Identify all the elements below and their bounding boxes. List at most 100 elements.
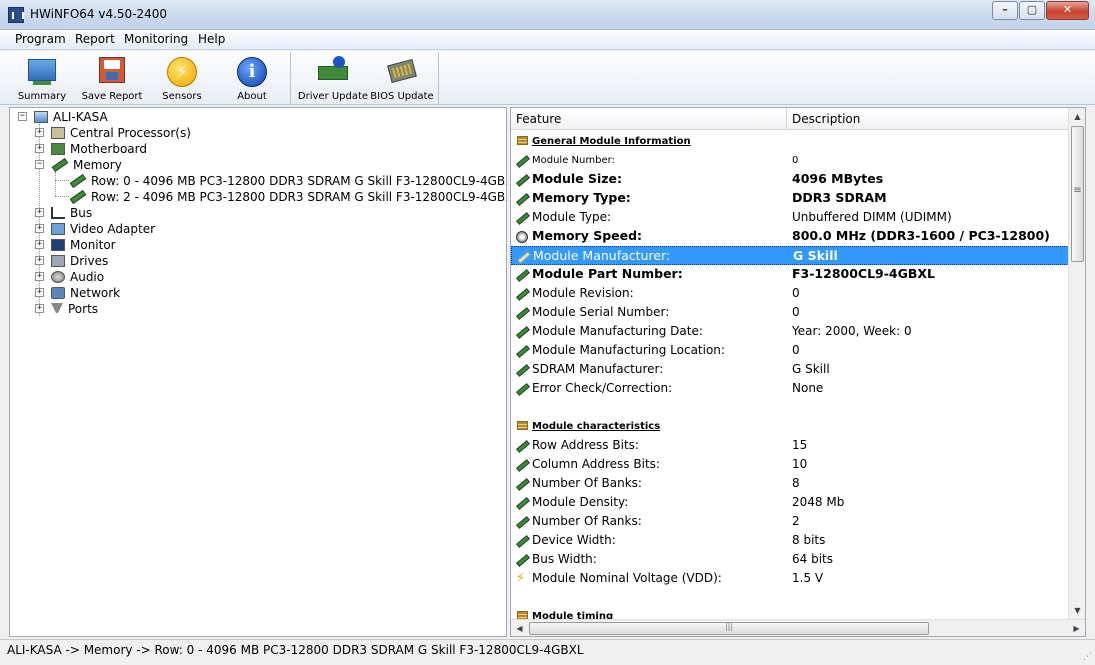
expand-icon[interactable]: +	[35, 128, 44, 137]
section-header: General Module Information	[511, 132, 1069, 151]
tree-item-monitor[interactable]: + Monitor	[35, 237, 116, 253]
table-row[interactable]: Module Size: 4096 MBytes	[511, 170, 1069, 189]
table-row[interactable]: Module Revision: 0	[511, 284, 1069, 303]
tree-item-audio[interactable]: + Audio	[35, 269, 104, 285]
table-row[interactable]: Module Part Number: F3-12800CL9-4GBXL	[511, 265, 1069, 284]
menu-report[interactable]: Report	[75, 32, 115, 46]
memory-module-icon	[516, 212, 530, 225]
scroll-thumb[interactable]	[529, 622, 929, 635]
table-row[interactable]: Module Manufacturing Location: 0	[511, 341, 1069, 360]
expand-icon[interactable]: +	[35, 256, 44, 265]
bios-update-button[interactable]: BIOS Update	[367, 54, 437, 102]
tree-item-ports[interactable]: + Ports	[35, 301, 98, 317]
collapse-icon[interactable]: −	[35, 160, 44, 169]
audio-icon	[51, 271, 65, 283]
sensors-button[interactable]: Sensors	[147, 54, 217, 102]
scroll-right-icon[interactable]: ▶	[1068, 620, 1085, 636]
menu-help[interactable]: Help	[198, 32, 225, 46]
expand-icon[interactable]: +	[35, 208, 44, 217]
expand-icon[interactable]: +	[35, 144, 44, 153]
table-row[interactable]: Module Serial Number: 0	[511, 303, 1069, 322]
tree-item-root[interactable]: − ALI-KASA	[18, 109, 108, 125]
maximize-icon: ▢	[1026, 3, 1038, 16]
table-row[interactable]: Module Density: 2048 Mb	[511, 493, 1069, 512]
table-row[interactable]: Column Address Bits: 10	[511, 455, 1069, 474]
menu-program[interactable]: Program	[15, 32, 66, 46]
tree-item-motherboard[interactable]: + Motherboard	[35, 141, 147, 157]
expand-icon[interactable]: +	[35, 304, 44, 313]
network-icon	[51, 287, 65, 299]
expand-icon[interactable]: +	[35, 224, 44, 233]
scroll-left-icon[interactable]: ◀	[511, 620, 528, 636]
tree-item-memory-row0[interactable]: Row: 0 - 4096 MB PC3-12800 DDR3 SDRAM G …	[69, 173, 506, 189]
summary-button[interactable]: Summary	[7, 54, 77, 102]
memory-module-icon	[516, 440, 530, 453]
memory-module-icon	[516, 155, 530, 168]
table-row[interactable]: Number Of Banks: 8	[511, 474, 1069, 493]
tree-item-drives[interactable]: + Drives	[35, 253, 108, 269]
tree-item-network[interactable]: + Network	[35, 285, 120, 301]
column-header-description[interactable]: Description	[787, 108, 1069, 130]
collapse-icon[interactable]: −	[18, 112, 27, 121]
expand-icon[interactable]: +	[35, 288, 44, 297]
memory-module-icon	[516, 459, 530, 472]
table-row[interactable]: Row Address Bits: 15	[511, 436, 1069, 455]
memory-module-icon	[516, 269, 530, 282]
toolbar-group-main: Summary Save Report Sensors About	[0, 52, 291, 104]
table-row[interactable]: Memory Speed: 800.0 MHz (DDR3-1600 / PC3-…	[511, 227, 1069, 246]
toolbar-group-update: Driver Update BIOS Update	[291, 52, 439, 104]
maximize-button[interactable]: ▢	[1019, 1, 1045, 20]
tree-item-label: ALI-KASA	[53, 110, 108, 124]
tree-item-label: Drives	[70, 254, 109, 268]
scroll-down-icon[interactable]: ▼	[1069, 602, 1085, 619]
table-row[interactable]: Error Check/Correction: None	[511, 379, 1069, 398]
table-row[interactable]: Module Nominal Voltage (VDD):1.5 V	[511, 569, 1069, 588]
tree-item-label: Memory	[73, 158, 122, 172]
table-row[interactable]: Module Number: 0	[511, 151, 1069, 170]
tree-item-bus[interactable]: + Bus	[35, 205, 92, 221]
details-pane[interactable]: Feature Description General Module Infor…	[510, 107, 1086, 637]
tree-item-memory-row2[interactable]: Row: 2 - 4096 MB PC3-12800 DDR3 SDRAM G …	[69, 189, 506, 205]
minimize-button[interactable]: –	[992, 1, 1018, 20]
tree-item-video-adapter[interactable]: + Video Adapter	[35, 221, 155, 237]
driver-update-button[interactable]: Driver Update	[298, 54, 368, 102]
tree-item-cpu[interactable]: + Central Processor(s)	[35, 125, 191, 141]
bios-chip-icon	[387, 58, 417, 84]
expand-icon[interactable]: +	[35, 240, 44, 249]
menu-monitoring[interactable]: Monitoring	[124, 32, 188, 46]
scroll-up-icon[interactable]: ▲	[1069, 108, 1085, 125]
about-label: About	[237, 91, 267, 102]
horizontal-scrollbar[interactable]: ◀ ▶	[511, 619, 1085, 636]
expand-icon[interactable]: +	[35, 272, 44, 281]
memory-module-icon	[51, 157, 69, 173]
memory-module-icon	[69, 189, 87, 205]
memory-module-icon	[516, 307, 530, 320]
about-icon	[237, 57, 267, 87]
table-row[interactable]: Memory Type: DDR3 SDRAM	[511, 189, 1069, 208]
vertical-scrollbar[interactable]: ▲ ▼	[1068, 108, 1085, 619]
table-row[interactable]: Bus Width: 64 bits	[511, 550, 1069, 569]
tree-item-label: Motherboard	[70, 142, 147, 156]
title-bar: HWiNFO64 v4.50-2400 – ▢ ✕	[0, 0, 1095, 30]
about-button[interactable]: About	[217, 54, 287, 102]
table-row[interactable]: Module Manufacturing Date: Year: 2000, We…	[511, 322, 1069, 341]
tree-item-label: Audio	[70, 270, 105, 284]
minimize-icon: –	[1002, 3, 1008, 16]
scroll-thumb[interactable]	[1071, 126, 1084, 262]
tree-item-memory[interactable]: − Memory	[35, 157, 122, 173]
column-header-feature[interactable]: Feature	[511, 108, 787, 130]
save-report-button[interactable]: Save Report	[77, 54, 147, 102]
table-row-selected[interactable]: Module Manufacturer: G Skill	[511, 246, 1069, 265]
memory-module-icon	[516, 497, 530, 510]
lightning-icon	[516, 571, 528, 586]
section-header: Module characteristics	[511, 417, 1069, 436]
table-row[interactable]: Number Of Ranks: 2	[511, 512, 1069, 531]
table-row[interactable]: Device Width: 8 bits	[511, 531, 1069, 550]
monitor-icon	[51, 239, 65, 251]
table-row[interactable]: SDRAM Manufacturer: G Skill	[511, 360, 1069, 379]
resize-grip-icon[interactable]: ⋰	[1083, 652, 1092, 662]
table-row[interactable]: Module Type: Unbuffered DIMM (UDIMM)	[511, 208, 1069, 227]
close-button[interactable]: ✕	[1046, 1, 1089, 20]
device-tree[interactable]: − ALI-KASA + Central Processor(s) + Moth…	[9, 107, 507, 637]
sensors-icon	[167, 57, 197, 87]
